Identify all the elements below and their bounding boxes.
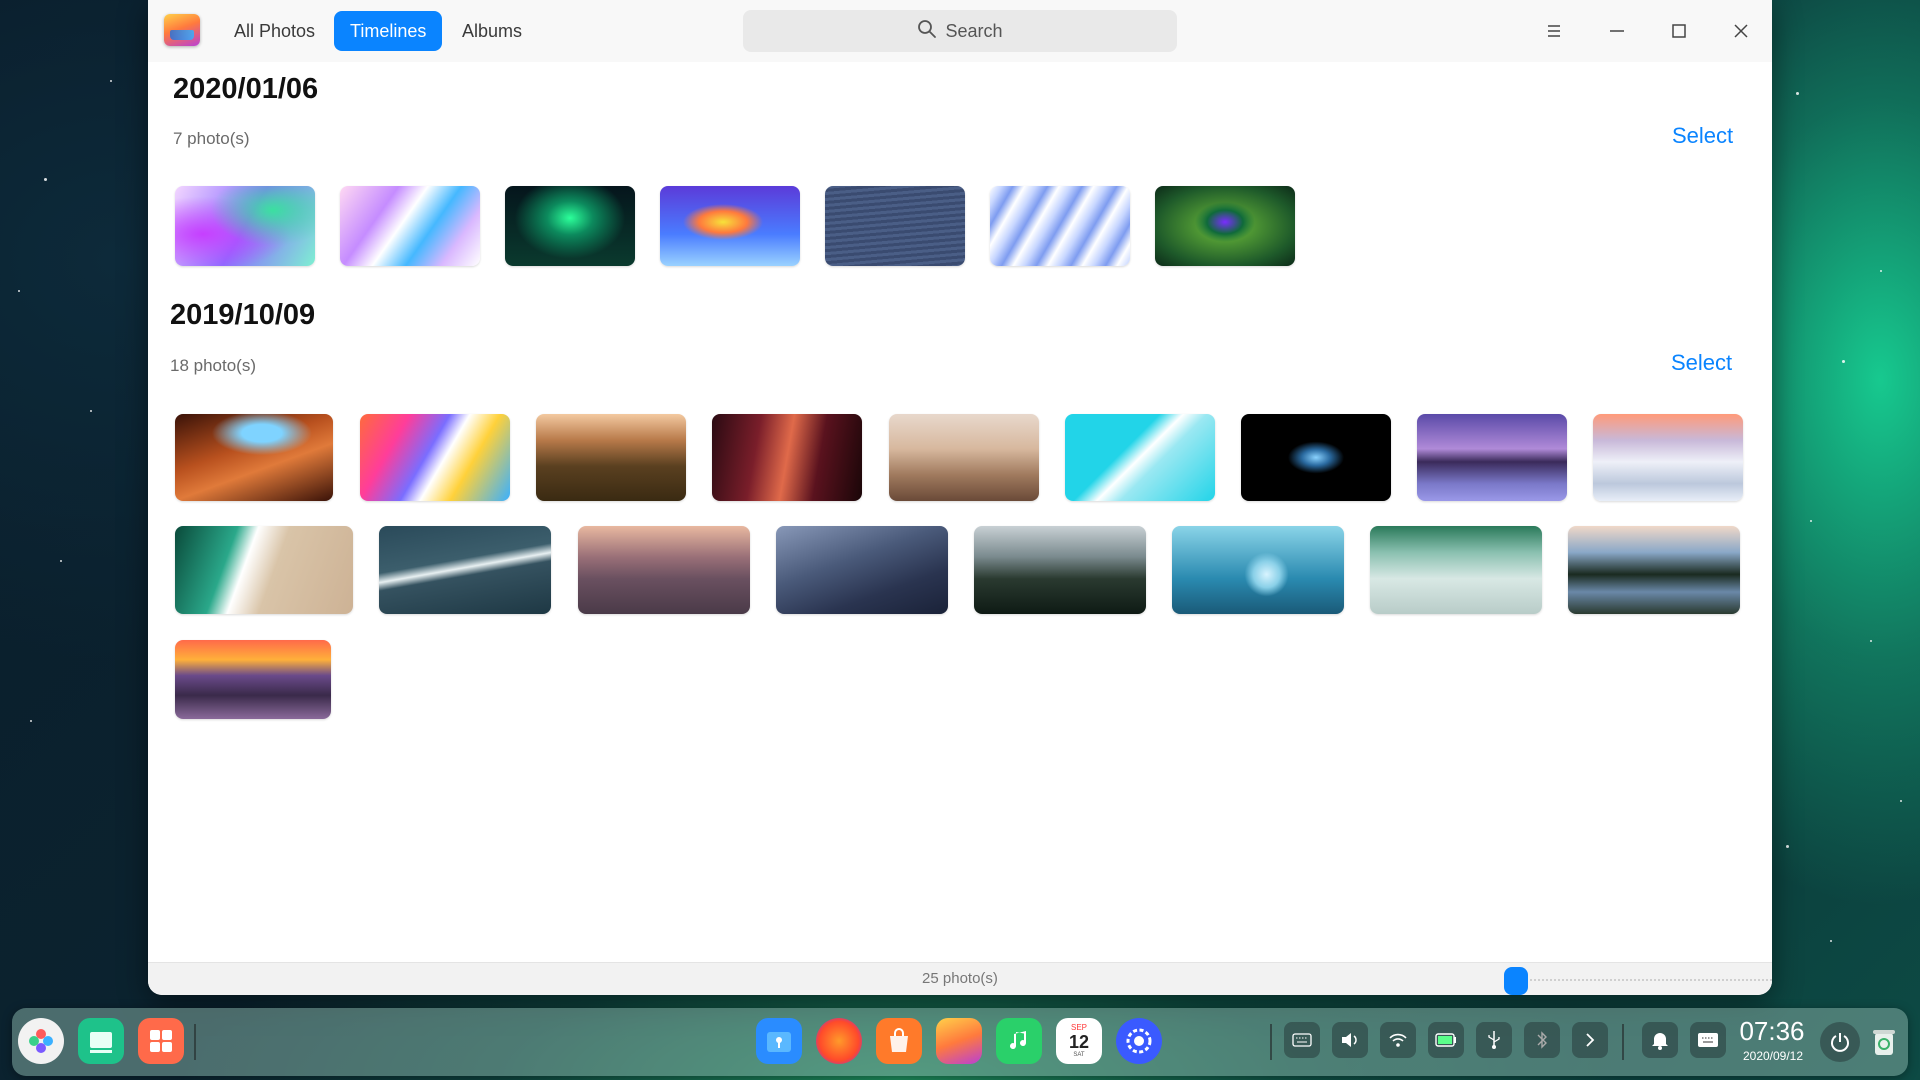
photo-thumbnail[interactable] — [379, 526, 551, 614]
dock-separator — [194, 1024, 196, 1060]
dock-separator — [1622, 1024, 1624, 1060]
workspace-icon[interactable] — [138, 1018, 184, 1064]
photo-thumbnail[interactable] — [990, 186, 1130, 266]
photo-thumbnail[interactable] — [536, 414, 686, 501]
power-icon[interactable] — [1820, 1022, 1860, 1062]
minimize-icon[interactable] — [1602, 16, 1632, 46]
photo-thumbnail[interactable] — [825, 186, 965, 266]
photo-thumbnail[interactable] — [1172, 526, 1344, 614]
clock-date: 2020/09/12 — [1742, 1049, 1804, 1063]
photo-thumbnail[interactable] — [1417, 414, 1567, 501]
photo-thumbnail[interactable] — [1155, 186, 1295, 266]
status-bar: 25 photo(s) — [148, 962, 1772, 995]
timeline-photo-count: 18 photo(s) — [170, 356, 256, 375]
maximize-icon[interactable] — [1664, 16, 1694, 46]
tab-timelines[interactable]: Timelines — [334, 11, 443, 51]
timeline-photo-count: 7 photo(s) — [173, 129, 250, 148]
bluetooth-icon[interactable] — [1524, 1022, 1560, 1058]
photo-thumbnail[interactable] — [175, 640, 331, 719]
photos-icon[interactable] — [936, 1018, 982, 1064]
music-icon[interactable] — [996, 1018, 1042, 1064]
photo-thumbnail[interactable] — [175, 526, 353, 614]
photos-app-logo — [164, 14, 200, 46]
search-input[interactable]: Search — [743, 10, 1177, 52]
file-manager-icon[interactable] — [756, 1018, 802, 1064]
zoom-slider-track[interactable] — [1523, 979, 1772, 981]
photo-thumbnail[interactable] — [776, 526, 948, 614]
photo-thumbnail[interactable] — [1241, 414, 1391, 501]
search-placeholder: Search — [945, 20, 1003, 41]
battery-icon[interactable] — [1428, 1022, 1464, 1058]
title-bar: All Photos Timelines Albums Search — [148, 0, 1772, 62]
tab-all-photos[interactable]: All Photos — [218, 11, 331, 51]
search-icon — [917, 19, 937, 44]
zoom-slider-handle[interactable] — [1504, 967, 1528, 995]
select-button[interactable]: Select — [1672, 123, 1733, 149]
multitasking-icon[interactable] — [78, 1018, 124, 1064]
photos-window: All Photos Timelines Albums Search 2020/… — [148, 0, 1772, 995]
photo-thumbnail[interactable] — [1370, 526, 1542, 614]
dock-separator — [1270, 1024, 1272, 1060]
clock-time[interactable]: 07:36 — [1732, 1016, 1812, 1047]
tab-albums[interactable]: Albums — [446, 11, 538, 51]
photo-thumbnail[interactable] — [1568, 526, 1740, 614]
timeline-view: 2020/01/06 7 photo(s) Select 2019/10/09 … — [148, 62, 1772, 962]
photo-thumbnail[interactable] — [340, 186, 480, 266]
timeline-date-heading: 2020/01/06 — [173, 73, 319, 105]
menu-icon[interactable] — [1539, 16, 1569, 46]
wifi-icon[interactable] — [1380, 1022, 1416, 1058]
photo-thumbnail[interactable] — [660, 186, 800, 266]
usb-icon[interactable] — [1476, 1022, 1512, 1058]
photo-thumbnail[interactable] — [889, 414, 1039, 501]
expand-icon[interactable] — [1572, 1022, 1608, 1058]
photo-thumbnail[interactable] — [360, 414, 510, 501]
photo-thumbnail[interactable] — [1593, 414, 1743, 501]
launcher-icon[interactable] — [18, 1018, 64, 1064]
notification-icon[interactable] — [1642, 1022, 1678, 1058]
photo-thumbnail[interactable] — [505, 186, 635, 266]
app-store-icon[interactable] — [876, 1018, 922, 1064]
timeline-date-heading: 2019/10/09 — [170, 299, 316, 331]
dock: SEP 12 SAT 07:36 2020/09/12 — [12, 1008, 1908, 1076]
volume-icon[interactable] — [1332, 1022, 1368, 1058]
photo-thumbnail[interactable] — [175, 414, 333, 501]
photo-thumbnail[interactable] — [974, 526, 1146, 614]
photo-thumbnail[interactable] — [712, 414, 862, 501]
calendar-weekday: SAT — [1073, 1052, 1085, 1058]
firefox-icon[interactable] — [816, 1018, 862, 1064]
calendar-icon[interactable]: SEP 12 SAT — [1056, 1018, 1102, 1064]
close-icon[interactable] — [1726, 16, 1756, 46]
input-method-icon[interactable] — [1690, 1022, 1726, 1058]
select-button[interactable]: Select — [1671, 350, 1732, 376]
settings-icon[interactable] — [1116, 1018, 1162, 1064]
photo-thumbnail[interactable] — [175, 186, 315, 266]
keyboard-icon[interactable] — [1284, 1022, 1320, 1058]
calendar-month: SEP — [1070, 1023, 1087, 1032]
trash-icon[interactable] — [1864, 1022, 1904, 1062]
photo-thumbnail[interactable] — [578, 526, 750, 614]
calendar-day: 12 — [1068, 1032, 1090, 1052]
photo-thumbnail[interactable] — [1065, 414, 1215, 501]
